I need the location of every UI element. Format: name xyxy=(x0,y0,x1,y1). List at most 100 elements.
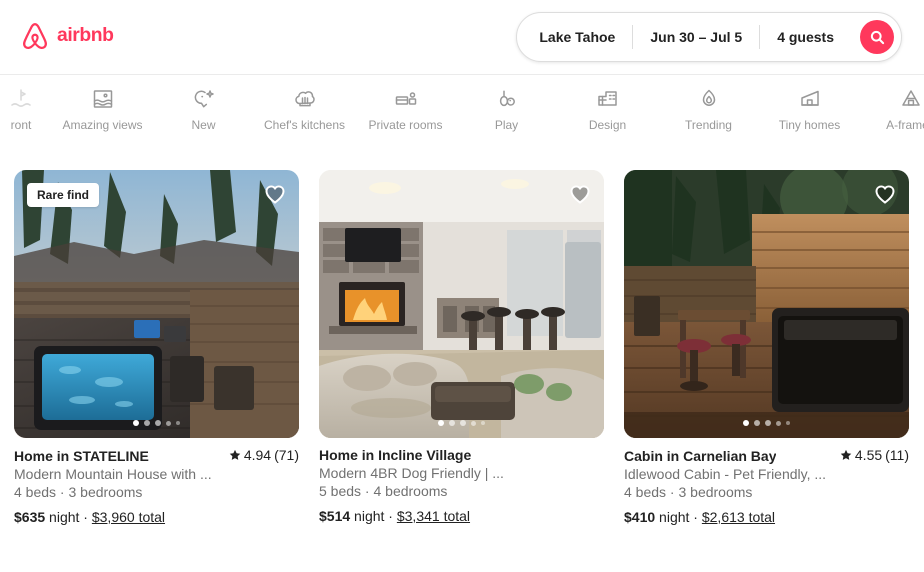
price-total[interactable]: $3,960 total xyxy=(92,509,165,525)
listing-card[interactable]: Cabin in Carnelian Bay 4.55 (11) Idlewoo… xyxy=(624,170,909,525)
category-item-design[interactable]: Design xyxy=(557,75,658,145)
category-item-tiny-homes[interactable]: Tiny homes xyxy=(759,75,860,145)
listing-price: $635 night · $3,960 total xyxy=(14,509,299,525)
favorite-heart-icon[interactable] xyxy=(568,182,592,206)
category-item-a-frames[interactable]: A-frames xyxy=(860,75,924,145)
category-label: New xyxy=(191,118,216,132)
favorite-heart-icon[interactable] xyxy=(873,182,897,206)
price-amount: $514 xyxy=(319,508,351,524)
carousel-dot[interactable] xyxy=(460,420,466,426)
price-total[interactable]: $2,613 total xyxy=(702,509,775,525)
price-total[interactable]: $3,341 total xyxy=(397,508,470,524)
carousel-dot[interactable] xyxy=(449,420,455,426)
rating-value: 4.94 xyxy=(243,447,272,463)
carousel-dots[interactable] xyxy=(319,420,604,426)
listing-title-row: Cabin in Carnelian Bay 4.55 (11) xyxy=(624,447,909,464)
listing-card[interactable]: Rare find Home in STATELINE 4.94 (71) Mo… xyxy=(14,170,299,525)
search-icon xyxy=(870,30,885,45)
star-icon xyxy=(229,449,241,461)
category-label: Design xyxy=(588,118,627,132)
listing-photo xyxy=(624,170,909,438)
carousel-dot[interactable] xyxy=(166,420,171,426)
search-dates-field[interactable]: Jun 30 – Jul 5 xyxy=(633,13,759,61)
listing-beds: 5 beds · 4 bedrooms xyxy=(319,483,448,499)
carousel-dot[interactable] xyxy=(776,420,781,426)
tiny-home-icon xyxy=(798,87,822,111)
category-item-chefs-kitchens[interactable]: Chef's kitchens xyxy=(254,75,355,145)
listing-rating: 4.55 (11) xyxy=(840,447,909,463)
review-count: (71) xyxy=(274,447,299,463)
carousel-dot[interactable] xyxy=(471,420,476,426)
listing-card[interactable]: Home in Incline Village Modern 4BR Dog F… xyxy=(319,170,604,525)
category-label: Trending xyxy=(685,118,732,132)
listing-subtitle: Modern Mountain House with ... xyxy=(14,466,212,482)
listing-badge: Rare find xyxy=(27,183,100,207)
price-amount: $635 xyxy=(14,509,46,525)
chef-hat-icon xyxy=(293,87,317,111)
airbnb-logo[interactable]: airbnb xyxy=(20,20,143,54)
category-label: Chef's kitchens xyxy=(264,118,345,132)
design-building-icon xyxy=(596,87,620,111)
amazing-views-icon xyxy=(91,87,115,111)
carousel-dot[interactable] xyxy=(786,421,790,425)
new-sparkle-icon xyxy=(192,87,216,111)
carousel-dot[interactable] xyxy=(743,420,749,426)
carousel-dot[interactable] xyxy=(765,420,771,426)
category-item-trending[interactable]: Trending xyxy=(658,75,759,145)
price-unit: night xyxy=(659,509,690,525)
carousel-dot[interactable] xyxy=(438,420,444,426)
carousel-dots[interactable] xyxy=(624,420,909,426)
carousel-dot[interactable] xyxy=(481,421,485,425)
search-guests-field[interactable]: 4 guests xyxy=(760,13,851,61)
listing-title-row: Home in Incline Village xyxy=(319,447,604,463)
listing-photo xyxy=(14,170,299,438)
airbnb-bow-icon xyxy=(20,21,50,53)
favorite-heart-icon[interactable] xyxy=(263,182,287,206)
listing-title: Cabin in Carnelian Bay xyxy=(624,448,777,464)
listing-photo-carousel[interactable]: Rare find xyxy=(14,170,299,438)
listing-photo-carousel[interactable] xyxy=(319,170,604,438)
carousel-dot[interactable] xyxy=(133,420,139,426)
search-location-field[interactable]: Lake Tahoe xyxy=(517,13,632,61)
listing-info: Cabin in Carnelian Bay 4.55 (11) Idlewoo… xyxy=(624,438,909,525)
listing-title: Home in Incline Village xyxy=(319,447,472,463)
carousel-dot[interactable] xyxy=(155,420,161,426)
price-separator: · xyxy=(83,509,88,525)
review-count: (11) xyxy=(885,447,909,463)
search-bar[interactable]: Lake Tahoe Jun 30 – Jul 5 4 guests xyxy=(516,12,902,62)
carousel-dot[interactable] xyxy=(754,420,760,426)
category-item-play[interactable]: Play xyxy=(456,75,557,145)
play-icon xyxy=(495,87,519,111)
listing-rating: 4.94 (71) xyxy=(229,447,299,463)
listing-photo xyxy=(319,170,604,438)
listing-subtitle: Idlewood Cabin - Pet Friendly, ... xyxy=(624,466,827,482)
listing-photo-carousel[interactable] xyxy=(624,170,909,438)
listing-price: $410 night · $2,613 total xyxy=(624,509,909,525)
carousel-dot[interactable] xyxy=(176,421,180,425)
carousel-dots[interactable] xyxy=(14,420,299,426)
category-label: A-frames xyxy=(886,118,924,132)
price-separator: · xyxy=(693,509,698,525)
category-item-amazing-views[interactable]: Amazing views xyxy=(52,75,153,145)
category-item-lakefront[interactable]: ront xyxy=(0,75,52,145)
listing-info: Home in Incline Village Modern 4BR Dog F… xyxy=(319,438,604,524)
category-scroller[interactable]: ront Amazing views New Chef's kitchens P… xyxy=(0,75,924,153)
a-frame-icon xyxy=(899,87,923,111)
star-icon xyxy=(840,449,852,461)
private-room-icon xyxy=(394,87,418,111)
price-separator: · xyxy=(388,508,393,524)
airbnb-wordmark: airbnb xyxy=(57,23,143,51)
listing-grid: Rare find Home in STATELINE 4.94 (71) Mo… xyxy=(0,170,924,525)
svg-text:airbnb: airbnb xyxy=(57,24,114,46)
listing-info: Home in STATELINE 4.94 (71) Modern Mount… xyxy=(14,438,299,525)
category-item-private-rooms[interactable]: Private rooms xyxy=(355,75,456,145)
category-item-new[interactable]: New xyxy=(153,75,254,145)
category-nav: ront Amazing views New Chef's kitchens P… xyxy=(0,75,924,153)
category-label: Tiny homes xyxy=(778,118,841,132)
carousel-dot[interactable] xyxy=(144,420,150,426)
site-header: airbnb Lake Tahoe Jun 30 – Jul 5 4 guest… xyxy=(0,0,924,75)
rating-value: 4.55 xyxy=(854,447,883,463)
category-label: Private rooms xyxy=(368,118,443,132)
listing-title: Home in STATELINE xyxy=(14,448,149,464)
search-submit-button[interactable] xyxy=(860,20,894,54)
